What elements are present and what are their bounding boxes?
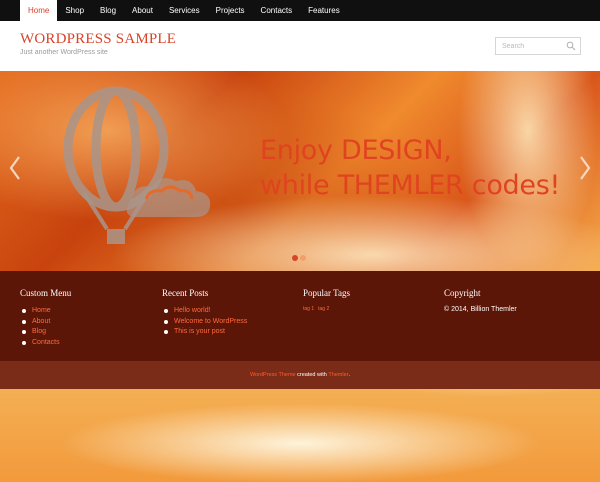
recent-posts-title: Recent Posts <box>162 288 209 298</box>
search-box <box>495 37 581 55</box>
slider-headline-line-1: Enjoy DESIGN, <box>260 135 452 166</box>
recent-post-item[interactable]: Hello world! <box>162 306 247 317</box>
recent-post-item[interactable]: This is your post <box>162 327 247 338</box>
nav-item-features[interactable]: Features <box>300 0 348 21</box>
site-tagline: Just another WordPress site <box>20 49 108 56</box>
hot-air-balloon-illustration <box>63 86 211 244</box>
recent-posts-widget: Recent Posts Hello world! Welcome to Wor… <box>162 288 247 338</box>
nav-item-projects[interactable]: Projects <box>208 0 253 21</box>
site-title[interactable]: WORDPRESS SAMPLE <box>20 31 176 48</box>
slider-dot-1[interactable] <box>292 255 298 261</box>
nav-item-about[interactable]: About <box>124 0 161 21</box>
credit-text: created with <box>295 372 329 378</box>
custom-menu-title: Custom Menu <box>20 288 72 298</box>
copyright-widget: Copyright © 2014, Billion Themler <box>444 288 517 313</box>
popular-tags-title: Popular Tags <box>303 288 350 298</box>
custom-menu-item-home[interactable]: Home <box>20 306 71 317</box>
chevron-left-icon[interactable] <box>8 155 22 181</box>
slider-headline-line-2: while THEMLER codes! <box>260 170 560 201</box>
wordpress-theme-link[interactable]: WordPress Theme <box>250 372 296 378</box>
hero-slider: Enjoy DESIGN, while THEMLER codes! <box>0 71 600 271</box>
slider-pagination <box>292 255 306 261</box>
custom-menu-item-blog[interactable]: Blog <box>20 327 71 338</box>
top-nav: Home Shop Blog About Services Projects C… <box>0 0 600 21</box>
nav-item-home[interactable]: Home <box>20 0 58 21</box>
recent-post-item[interactable]: Welcome to WordPress <box>162 317 247 328</box>
custom-menu-widget: Custom Menu Home About Blog Contacts <box>20 288 71 348</box>
search-icon[interactable] <box>566 41 576 51</box>
tag-list: tag 1 tag 2 <box>303 306 350 312</box>
copyright-title: Copyright <box>444 288 481 298</box>
site-header: WORDPRESS SAMPLE Just another WordPress … <box>0 21 600 71</box>
tag-link[interactable]: tag 2 <box>318 306 329 312</box>
nav-item-contacts[interactable]: Contacts <box>253 0 301 21</box>
slider-headline: Enjoy DESIGN, while THEMLER codes! <box>260 133 560 203</box>
chevron-right-icon[interactable] <box>578 155 592 181</box>
nav-item-services[interactable]: Services <box>161 0 208 21</box>
tag-link[interactable]: tag 1 <box>303 306 314 312</box>
themler-link[interactable]: Themler <box>328 372 348 378</box>
popular-tags-widget: Popular Tags tag 1 tag 2 <box>303 288 350 312</box>
nav-item-shop[interactable]: Shop <box>57 0 92 21</box>
nav-item-blog[interactable]: Blog <box>92 0 124 21</box>
slider-dot-2[interactable] <box>300 255 306 261</box>
footer-credit-bar: WordPress Theme created with Themler . <box>0 361 600 389</box>
copyright-text: © 2014, Billion Themler <box>444 306 517 313</box>
custom-menu-item-contacts[interactable]: Contacts <box>20 338 71 349</box>
custom-menu-item-about[interactable]: About <box>20 317 71 328</box>
footer-widgets: Custom Menu Home About Blog Contacts Rec… <box>0 271 600 361</box>
credit-period: . <box>348 372 351 378</box>
search-input[interactable] <box>496 38 566 54</box>
